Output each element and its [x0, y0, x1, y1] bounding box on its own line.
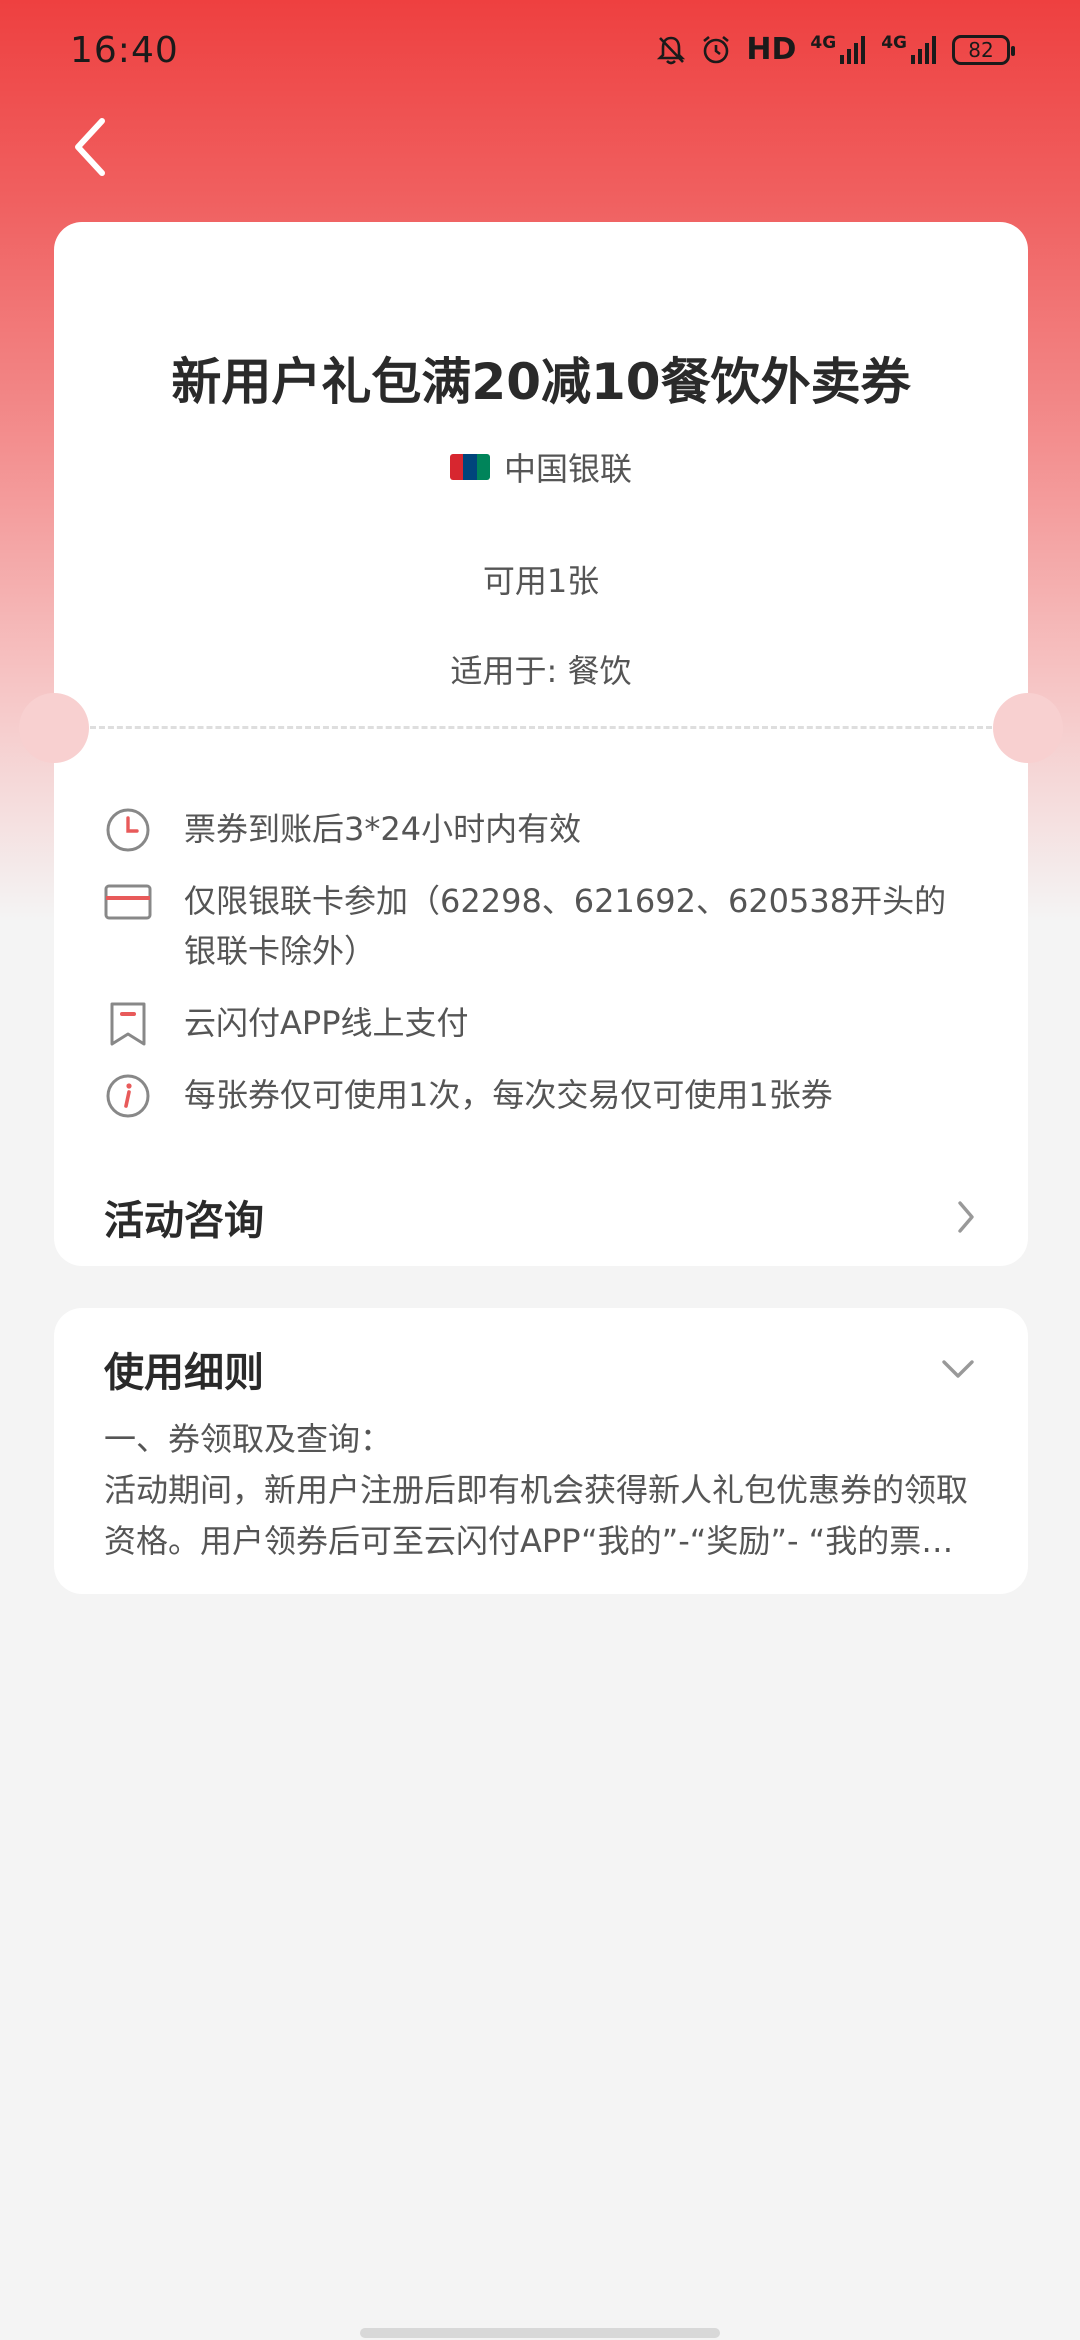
alarm-icon	[703, 35, 730, 63]
unionpay-logo-icon	[449, 454, 490, 480]
battery-level: 82	[968, 37, 994, 62]
rule-item: 仅限银联卡参加（62298、621692、620538开头的银联卡除外）	[104, 876, 978, 976]
status-icons: HD 4G 4G 82	[656, 32, 1015, 67]
rule-item: 票券到账后3*24小时内有效	[104, 804, 978, 854]
activity-inquiry-row[interactable]: 活动咨询	[104, 1182, 978, 1252]
signal-group-1: 4G	[810, 32, 867, 65]
info-icon	[106, 1074, 150, 1118]
rule-item: 云闪付APP线上支付	[104, 998, 978, 1048]
available-count: 可用1张	[482, 562, 600, 600]
rule-item: 每张券仅可使用1次，每次交易仅可使用1张券	[104, 1070, 978, 1120]
rule-text: 仅限银联卡参加（62298、621692、620538开头的银联卡除外）	[184, 882, 947, 970]
coupon-title: 新用户礼包满20减10餐饮外卖券	[171, 353, 911, 411]
usage-rules-heading: 一、券领取及查询：	[104, 1420, 393, 1458]
ticket-divider	[90, 726, 992, 729]
coupon-rules: 票券到账后3*24小时内有效 仅限银联卡参加（62298、621692、6205…	[104, 804, 978, 1142]
usage-rules-card: 使用细则 一、券领取及查询： 活动期间，新用户注册后即有机会获得新人礼包优惠券的…	[54, 1308, 1028, 1594]
signal-icon	[911, 35, 936, 64]
signal-icon	[840, 35, 866, 64]
rule-text: 每张券仅可使用1次，每次交易仅可使用1张券	[184, 1076, 833, 1114]
battery-icon: 82	[952, 34, 1015, 65]
usage-rules-title: 使用细则	[104, 1350, 264, 1396]
mute-bell-icon	[657, 36, 686, 64]
card-icon	[104, 884, 152, 920]
net-label-2: 4G	[881, 32, 907, 53]
inquiry-label: 活动咨询	[104, 1198, 264, 1244]
chevron-down-icon[interactable]	[938, 1356, 978, 1382]
status-bar: 16:40 HD 4G 4G 82	[0, 0, 1080, 110]
chevron-left-icon	[75, 118, 105, 176]
status-time: 16:40	[70, 30, 179, 71]
clock-icon	[106, 808, 150, 852]
usage-rules-body: 一、券领取及查询： 活动期间，新用户注册后即有机会获得新人礼包优惠券的领取资格。…	[104, 1414, 972, 1567]
applies-to: 适用于: 餐饮	[450, 652, 632, 690]
issuer: 中国银联	[54, 444, 1028, 490]
usage-rules-header[interactable]: 使用细则	[104, 1334, 978, 1404]
usage-rules-paragraph: 活动期间，新用户注册后即有机会获得新人礼包优惠券的领取资格。用户领券后可至云闪付…	[104, 1471, 969, 1560]
hd-label: HD	[746, 32, 797, 67]
home-indicator[interactable]	[360, 2328, 720, 2338]
back-button[interactable]	[60, 112, 120, 182]
net-label-1: 4G	[810, 32, 837, 53]
issuer-name: 中国银联	[503, 450, 632, 488]
rule-text: 票券到账后3*24小时内有效	[184, 810, 582, 848]
ticket-notch-left	[19, 693, 89, 763]
coupon-card: 新用户礼包满20减10餐饮外卖券 中国银联 可用1张 适用于: 餐饮 票券到账后…	[19, 222, 1063, 1266]
bookmark-icon	[110, 1002, 146, 1046]
signal-group-2: 4G	[881, 32, 938, 65]
chevron-right-icon	[958, 1201, 974, 1233]
rule-text: 云闪付APP线上支付	[184, 1004, 469, 1042]
ticket-notch-right	[993, 693, 1063, 763]
